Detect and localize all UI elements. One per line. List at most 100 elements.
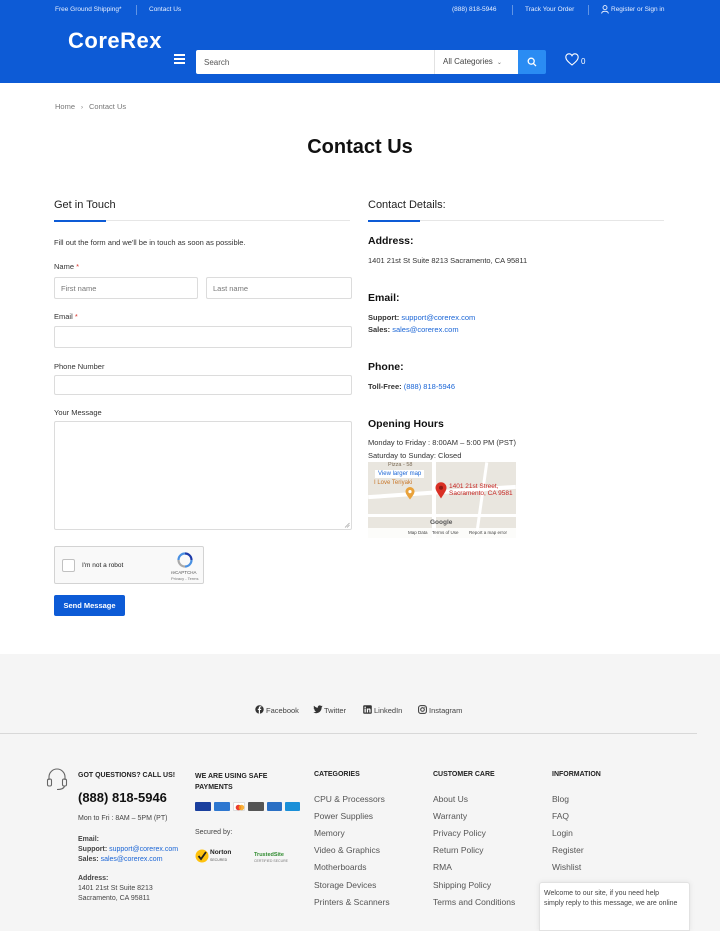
hours-weekend: Saturday to Sunday: Closed	[368, 451, 462, 460]
footer-info-link[interactable]: Login	[552, 828, 573, 838]
message-textarea[interactable]	[54, 421, 352, 530]
footer-support-email[interactable]: support@corerex.com	[109, 846, 178, 853]
footer-hours: Mon to Fri : 8AM – 5PM (PT)	[78, 815, 168, 822]
footer-care-link[interactable]: About Us	[433, 794, 468, 804]
footer-care-link[interactable]: Terms and Conditions	[433, 897, 515, 907]
sales-email-link[interactable]: sales@corerex.com	[392, 325, 458, 334]
linkedin-link[interactable]: LinkedIn	[363, 705, 402, 715]
site-logo[interactable]: CoreRex	[68, 30, 162, 52]
facebook-link[interactable]: Facebook	[255, 705, 299, 715]
footer-category-link[interactable]: Memory	[314, 828, 345, 838]
footer-category-link[interactable]: Motherboards	[314, 862, 366, 872]
amex-card-icon	[214, 802, 230, 811]
email-heading: Email:	[368, 292, 400, 304]
secured-by-label: Secured by:	[195, 829, 233, 836]
view-larger-map-link[interactable]: View larger map	[375, 470, 425, 478]
category-select[interactable]: All Categories ⌄	[434, 50, 518, 74]
chevron-right-icon: ›	[81, 105, 84, 111]
footer-category-link[interactable]: Printers & Scanners	[314, 897, 390, 907]
norton-label: Norton	[210, 849, 232, 856]
footer-care-link[interactable]: RMA	[433, 862, 452, 872]
map-terms-link[interactable]: Terms of Use	[432, 530, 459, 535]
trustedsite-label: TrustedSite	[254, 852, 284, 858]
details-title-underline	[368, 219, 664, 222]
norton-check-icon	[195, 849, 209, 863]
map-poi-label: Pizza - 58	[388, 462, 413, 468]
footer-care-link[interactable]: Shipping Policy	[433, 880, 491, 890]
footer-phone[interactable]: (888) 818-5946	[78, 790, 167, 805]
twitter-icon	[313, 705, 323, 714]
hours-weekday: Monday to Friday : 8:00AM – 5:00 PM (PST…	[368, 438, 516, 447]
google-map[interactable]: Pizza - 58 View larger map I Love Teriya…	[368, 462, 516, 538]
footer-category-link[interactable]: Power Supplies	[314, 811, 373, 821]
payments-heading-2: PAYMENTS	[195, 784, 233, 791]
google-logo: Google	[430, 519, 453, 526]
categories-heading: CATEGORIES	[314, 771, 360, 778]
footer-info-link[interactable]: FAQ	[552, 811, 569, 821]
tollfree-link[interactable]: (888) 818-5946	[404, 382, 455, 391]
recaptcha-widget: I'm not a robot reCAPTCHA Privacy - Term…	[54, 546, 204, 584]
footer-category-link[interactable]: Video & Graphics	[314, 845, 380, 855]
send-message-button[interactable]: Send Message	[54, 595, 125, 616]
footer-info-link[interactable]: Register	[552, 845, 584, 855]
footer-info-link[interactable]: Blog	[552, 794, 569, 804]
search-button[interactable]	[518, 50, 546, 74]
map-report-link[interactable]: Report a map error	[469, 530, 507, 535]
instagram-icon	[418, 705, 427, 714]
map-road	[474, 462, 489, 538]
footer-sales-email[interactable]: sales@corerex.com	[101, 856, 163, 863]
tollfree-line: Toll-Free: (888) 818-5946	[368, 382, 456, 391]
footer-care-link[interactable]: Warranty	[433, 811, 467, 821]
email-input[interactable]	[54, 326, 352, 348]
phone-input[interactable]	[54, 375, 352, 395]
divider	[512, 5, 513, 15]
diners-card-icon	[285, 802, 300, 811]
norton-badge[interactable]: Norton SECURED	[195, 846, 237, 872]
top-phone-link[interactable]: (888) 818-5946	[452, 6, 496, 13]
discover-card-icon	[248, 802, 264, 811]
footer-care-link[interactable]: Privacy Policy	[433, 828, 486, 838]
menu-icon[interactable]	[174, 54, 185, 64]
map-data-link[interactable]: Map Data	[408, 530, 428, 535]
map-pin-icon	[435, 482, 447, 499]
trustedsite-badge[interactable]: TrustedSite CERTIFIED SECURE	[254, 852, 288, 863]
breadcrumb-home[interactable]: Home	[55, 102, 75, 111]
trustedsite-sub: CERTIFIED SECURE	[254, 859, 288, 863]
search-input[interactable]	[196, 50, 434, 74]
details-title: Contact Details:	[368, 199, 446, 211]
map-pin-label: 1401 21st Street, Sacramento, CA 9581	[449, 483, 513, 497]
track-order-link[interactable]: Track Your Order	[525, 6, 574, 13]
visa-card-icon	[195, 802, 211, 811]
map-marker-icon	[405, 487, 415, 500]
chevron-down-icon: ⌄	[496, 60, 502, 66]
resize-grip-icon[interactable]	[344, 522, 350, 528]
register-signin-link[interactable]: Register or Sign in	[611, 6, 664, 13]
wishlist-count: 0	[581, 57, 586, 66]
footer-category-link[interactable]: Storage Devices	[314, 880, 376, 890]
instagram-link[interactable]: Instagram	[418, 705, 462, 715]
footer-sales-line: Sales: sales@corerex.com	[78, 856, 163, 863]
footer-category-link[interactable]: CPU & Processors	[314, 794, 385, 804]
support-email-link[interactable]: support@corerex.com	[401, 313, 475, 322]
payments-heading-1: WE ARE USING SAFE	[195, 773, 268, 780]
first-name-input[interactable]	[54, 277, 198, 299]
address-heading: Address:	[368, 235, 414, 247]
jcb-card-icon	[267, 802, 282, 811]
footer-address-heading: Address:	[78, 875, 109, 882]
free-shipping-link[interactable]: Free Ground Shipping*	[55, 6, 122, 13]
twitter-link[interactable]: Twitter	[313, 705, 346, 715]
search-bar: All Categories⌄	[196, 50, 518, 74]
chat-welcome-bubble[interactable]: Welcome to our site, if you need help si…	[539, 882, 690, 931]
heart-icon[interactable]	[565, 53, 579, 66]
top-contact-link[interactable]: Contact Us	[149, 6, 181, 13]
recaptcha-checkbox[interactable]	[62, 559, 75, 572]
recaptcha-label: I'm not a robot	[82, 562, 124, 569]
recaptcha-icon	[177, 552, 193, 568]
footer-email-heading: Email:	[78, 836, 100, 843]
footer-care-link[interactable]: Return Policy	[433, 845, 484, 855]
footer-info-link[interactable]: Wishlist	[552, 862, 581, 872]
phone-heading: Phone:	[368, 361, 404, 373]
recaptcha-links[interactable]: Privacy - Terms	[171, 576, 198, 581]
phone-label: Phone Number	[54, 362, 105, 371]
last-name-input[interactable]	[206, 277, 352, 299]
